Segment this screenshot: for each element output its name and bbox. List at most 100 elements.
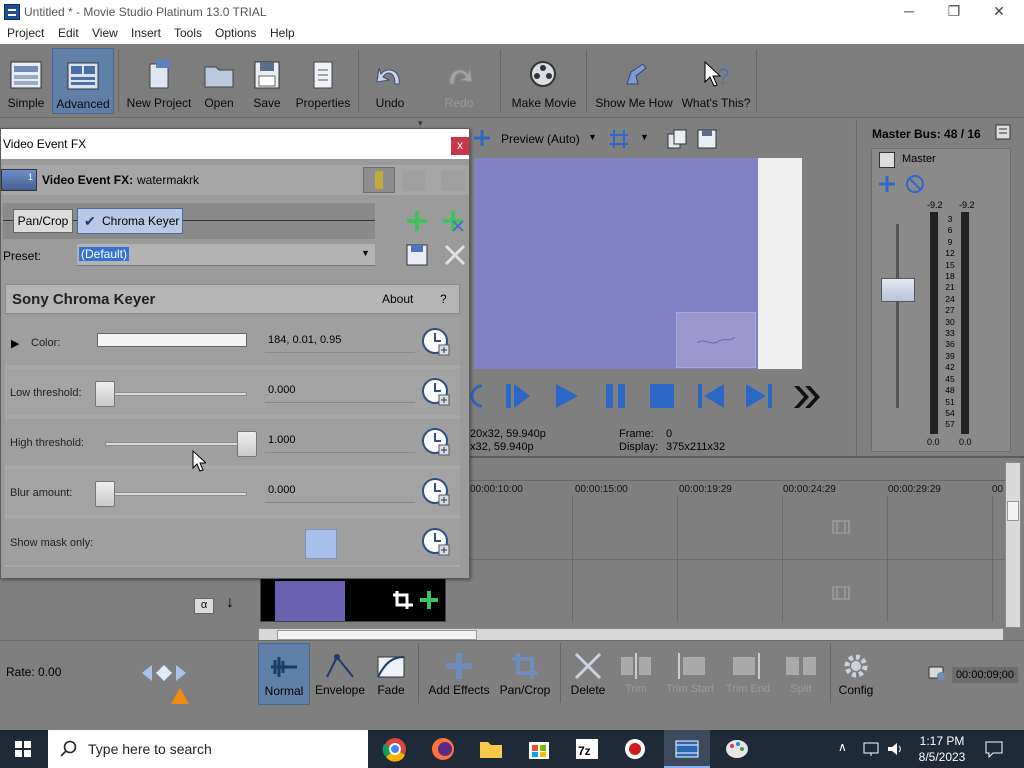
keyframe-clock-icon[interactable] bbox=[421, 327, 451, 359]
keyframe-clock-icon[interactable] bbox=[421, 477, 451, 509]
low-threshold-value[interactable]: 0.000 bbox=[265, 381, 415, 403]
alpha-icon[interactable]: α bbox=[194, 598, 214, 614]
fx-dialog-close-button[interactable]: x bbox=[451, 137, 469, 155]
menu-view[interactable]: View bbox=[92, 26, 118, 40]
add-plugin-icon[interactable] bbox=[405, 209, 429, 233]
blur-amount-slider[interactable] bbox=[105, 492, 247, 496]
undo-button[interactable]: Undo bbox=[366, 48, 414, 114]
fx-mode-icon[interactable] bbox=[403, 171, 425, 191]
maximize-button[interactable]: ❐ bbox=[931, 0, 977, 24]
save-preset-icon[interactable] bbox=[405, 243, 429, 267]
video-clip[interactable] bbox=[260, 578, 446, 622]
pause-icon[interactable] bbox=[604, 382, 628, 410]
show-hidden-icons-icon[interactable]: ∧ bbox=[838, 740, 847, 754]
whats-this-button[interactable]: ? What's This? bbox=[680, 48, 752, 114]
preset-dropdown[interactable]: (Default) ▼ bbox=[77, 244, 375, 266]
blur-amount-value[interactable]: 0.000 bbox=[265, 481, 415, 503]
fx-chain-view-button[interactable] bbox=[363, 167, 395, 193]
rate-thumb-icon[interactable] bbox=[170, 687, 190, 705]
remove-plugin-icon[interactable] bbox=[441, 209, 465, 233]
preview-move-icon[interactable] bbox=[472, 128, 492, 148]
preview-quality-dropdown[interactable]: Preview (Auto) bbox=[501, 132, 580, 146]
volume-icon[interactable] bbox=[886, 740, 904, 758]
master-bus-properties-icon[interactable] bbox=[995, 124, 1011, 140]
show-me-how-button[interactable]: Show Me How bbox=[592, 48, 676, 114]
taskbar-search-box[interactable]: Type here to search bbox=[48, 730, 368, 768]
file-explorer-taskbar-icon[interactable] bbox=[468, 730, 514, 768]
save-snapshot-icon[interactable] bbox=[696, 128, 718, 150]
audio-track-row[interactable] bbox=[468, 560, 1005, 622]
chevron-down-icon[interactable]: ▼ bbox=[588, 132, 597, 142]
high-threshold-value[interactable]: 1.000 bbox=[265, 431, 415, 453]
high-threshold-thumb[interactable] bbox=[237, 431, 257, 457]
play-icon[interactable] bbox=[552, 382, 582, 410]
chain-chroma-keyer-button[interactable]: ✔ Chroma Keyer bbox=[77, 208, 183, 234]
menu-help[interactable]: Help bbox=[270, 26, 295, 40]
movie-studio-taskbar-icon[interactable] bbox=[664, 730, 710, 768]
delete-preset-icon[interactable] bbox=[443, 243, 467, 267]
play-from-start-icon[interactable] bbox=[504, 382, 534, 410]
simple-button[interactable]: Simple bbox=[4, 48, 48, 114]
clock-date[interactable]: 8/5/2023 bbox=[912, 750, 972, 764]
stop-icon[interactable] bbox=[648, 382, 676, 410]
chain-pan-crop-button[interactable]: Pan/Crop bbox=[13, 209, 73, 233]
color-value-field[interactable]: 184, 0.01, 0.95 bbox=[265, 331, 415, 353]
chrome-taskbar-icon[interactable] bbox=[372, 730, 418, 768]
keyframe-clock-icon[interactable] bbox=[421, 427, 451, 459]
go-to-end-icon[interactable] bbox=[744, 382, 774, 410]
copy-snapshot-icon[interactable] bbox=[666, 128, 688, 150]
normal-tool-button[interactable]: Normal bbox=[258, 643, 310, 705]
show-mask-checkbox[interactable] bbox=[305, 529, 337, 559]
notifications-icon[interactable] bbox=[984, 740, 1004, 758]
firefox-taskbar-icon[interactable] bbox=[420, 730, 466, 768]
minimize-button[interactable]: ─ bbox=[886, 0, 932, 24]
low-threshold-slider[interactable] bbox=[105, 392, 247, 396]
menu-tools[interactable]: Tools bbox=[174, 26, 202, 40]
paint-taskbar-icon[interactable] bbox=[714, 730, 760, 768]
v-scroll-thumb[interactable] bbox=[1007, 501, 1019, 521]
go-to-start-icon[interactable] bbox=[696, 382, 726, 410]
store-taskbar-icon[interactable] bbox=[516, 730, 562, 768]
open-button[interactable]: Open bbox=[198, 48, 240, 114]
arrow-down-icon[interactable]: ↓ bbox=[226, 594, 234, 612]
make-movie-button[interactable]: Make Movie bbox=[508, 48, 580, 114]
split-button[interactable]: Split bbox=[776, 643, 826, 705]
loop-icon[interactable] bbox=[470, 382, 488, 408]
trim-button[interactable]: Trim bbox=[614, 643, 658, 705]
menu-project[interactable]: Project bbox=[7, 26, 44, 40]
fx-mode-icon-2[interactable] bbox=[441, 171, 465, 191]
trim-end-button[interactable]: Trim End bbox=[722, 643, 774, 705]
add-effects-button[interactable]: Add Effects bbox=[426, 643, 492, 705]
grid-icon[interactable] bbox=[608, 128, 630, 150]
blur-amount-thumb[interactable] bbox=[95, 481, 115, 507]
video-track-row[interactable] bbox=[468, 496, 1005, 560]
envelope-tool-button[interactable]: Envelope bbox=[314, 643, 366, 705]
keyframe-clock-icon[interactable] bbox=[421, 527, 451, 559]
keyframe-clock-icon[interactable] bbox=[421, 377, 451, 409]
close-window-button[interactable]: ✕ bbox=[976, 0, 1022, 24]
timeline-v-scrollbar[interactable] bbox=[1005, 462, 1021, 628]
master-fx-icon[interactable] bbox=[879, 152, 895, 168]
recorder-taskbar-icon[interactable] bbox=[612, 730, 658, 768]
more-options-icon[interactable] bbox=[792, 384, 822, 410]
low-threshold-thumb[interactable] bbox=[95, 381, 115, 407]
start-button[interactable] bbox=[0, 730, 46, 768]
master-fader-thumb[interactable] bbox=[881, 278, 915, 302]
chevron-down-icon[interactable]: ▼ bbox=[640, 132, 649, 142]
menu-insert[interactable]: Insert bbox=[131, 26, 161, 40]
pan-crop-tool-button[interactable]: Pan/Crop bbox=[496, 643, 554, 705]
menu-options[interactable]: Options bbox=[215, 26, 256, 40]
fx-clip-icon[interactable] bbox=[417, 589, 441, 611]
7zip-taskbar-icon[interactable]: 7z bbox=[564, 730, 610, 768]
advanced-button[interactable]: Advanced bbox=[52, 48, 114, 114]
trim-start-button[interactable]: Trim Start bbox=[662, 643, 718, 705]
h-scroll-thumb[interactable] bbox=[277, 630, 477, 640]
help-button[interactable]: ? bbox=[440, 292, 447, 306]
delete-button[interactable]: Delete bbox=[566, 643, 610, 705]
fade-tool-button[interactable]: Fade bbox=[368, 643, 414, 705]
expand-color-icon[interactable]: ▶ bbox=[11, 337, 19, 350]
new-project-button[interactable]: New Project bbox=[124, 48, 194, 114]
network-icon[interactable] bbox=[862, 740, 880, 758]
clock-time[interactable]: 1:17 PM bbox=[912, 734, 972, 748]
redo-button[interactable]: Redo bbox=[436, 48, 482, 114]
